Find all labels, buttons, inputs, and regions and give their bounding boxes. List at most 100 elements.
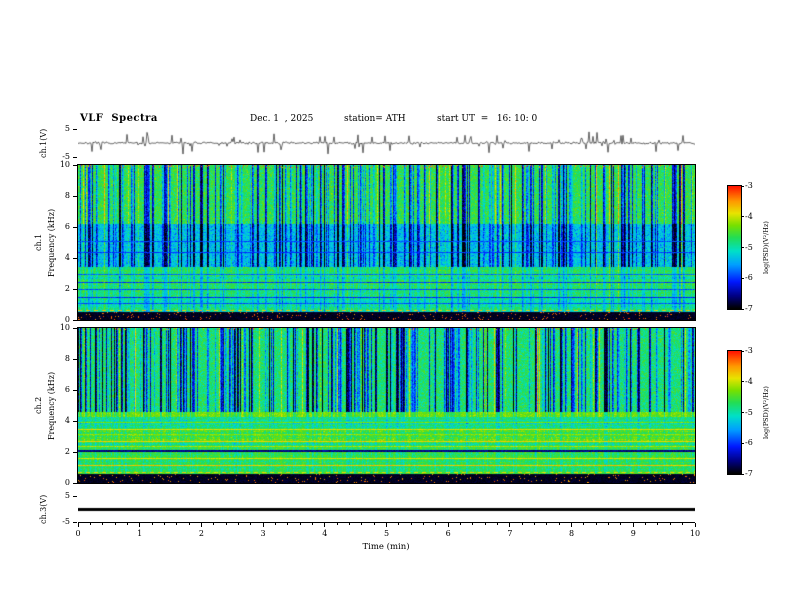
x-minor-tick [534,523,536,525]
vlf-spectra-figure: VLF Spectra Dec. 1 , 2025 station= ATH s… [0,0,792,612]
x-minor-tick [546,523,548,525]
x-minor-tick [89,523,91,525]
x-minor-tick [460,523,462,525]
x-tick [77,523,79,527]
x-minor-tick [250,523,252,525]
colorbar-ch1 [728,186,741,309]
x-tick-label: 7 [507,529,513,538]
y-tick-label: 5 [64,491,70,500]
x-minor-tick [497,523,499,525]
ch2-frequency-axis-label: Frequency (kHz) [47,371,56,440]
y-tick-label: 10 [59,323,70,332]
y-tick-label: 0 [64,478,70,487]
x-minor-tick [361,523,363,525]
x-minor-tick [398,523,400,525]
ch1-voltage-axis-label: ch.1(V) [39,128,48,158]
x-tick-label: 4 [322,529,328,538]
y-tick [73,226,77,228]
y-tick [73,358,77,360]
x-minor-tick [423,523,425,525]
x-tick [632,523,634,527]
y-tick-label: 4 [64,253,70,262]
x-minor-tick [558,523,560,525]
colorbar-tick [741,216,744,218]
y-tick-label: 8 [64,191,70,200]
y-tick-label: 6 [64,385,70,394]
colorbar-tick-label: -3 [745,346,753,355]
y-tick [73,195,77,197]
ch1-waveform-plot [78,129,695,157]
x-minor-tick [595,523,597,525]
y-tick-label: 8 [64,354,70,363]
x-minor-tick [163,523,165,525]
x-minor-tick [311,523,313,525]
x-tick-label: 8 [569,529,575,538]
colorbar-tick [741,277,744,279]
y-tick-label: 10 [59,160,70,169]
x-tick-label: 5 [383,529,390,538]
x-minor-tick [287,523,289,525]
colorbar-tick [741,442,744,444]
figure-title: VLF Spectra [80,113,158,124]
x-minor-tick [484,523,486,525]
x-minor-tick [299,523,301,525]
colorbar-tick [741,247,744,248]
x-tick-label: 0 [75,529,81,538]
y-tick-label: -5 [62,152,70,161]
y-tick [73,319,77,321]
colorbar-tick-label: -7 [745,469,753,478]
colorbar-tick [741,308,744,310]
colorbar-tick-label: -5 [745,242,753,252]
ch2-spectrogram [78,328,695,483]
x-tick-label: 2 [198,529,204,538]
colorbar-ch2 [728,351,741,474]
x-minor-tick [213,523,215,525]
colorbar-tick [741,185,744,187]
ch3-waveform-plot [78,496,695,522]
x-minor-tick [373,523,375,525]
x-minor-tick [521,523,523,525]
x-minor-tick [188,523,190,525]
x-tick [694,523,696,527]
x-tick-label: 3 [260,529,266,538]
colorbar-tick-label: -6 [745,273,753,283]
y-tick [73,164,77,166]
y-tick-label: 2 [64,447,70,456]
ch2-spectrogram-frame [77,327,696,484]
y-tick [73,257,77,259]
x-minor-tick [348,523,350,525]
x-minor-tick [336,523,338,525]
x-minor-tick [645,523,647,525]
x-axis-label: Time (min) [362,542,410,552]
figure-date: Dec. 1 , 2025 [250,114,314,124]
x-minor-tick [682,523,684,525]
y-tick [73,288,77,290]
ch2-channel-label: ch.2 [34,396,43,415]
x-minor-tick [583,523,585,525]
colorbar-tick [741,473,744,475]
colorbar-tick [741,350,744,352]
x-minor-tick [472,523,474,525]
y-tick [73,521,77,523]
y-tick-label: 6 [64,222,70,231]
colorbar-tick-label: -7 [745,304,753,313]
x-minor-tick [274,523,276,525]
x-minor-tick [114,523,116,525]
ch1-spectrogram [78,165,695,320]
x-tick-label: 6 [445,529,451,538]
x-tick-label: 9 [630,529,636,538]
y-tick [73,495,77,497]
y-tick [73,451,77,453]
x-minor-tick [151,523,153,525]
y-tick-label: 5 [64,124,70,133]
x-tick [571,523,573,527]
x-minor-tick [410,523,412,525]
x-tick-label: 10 [689,529,701,538]
y-tick [73,156,77,158]
x-minor-tick [126,523,128,525]
colorbar-tick-label: -4 [745,211,753,221]
x-minor-tick [225,523,227,525]
x-tick [509,523,511,527]
y-tick [73,482,77,484]
y-tick [73,389,77,391]
